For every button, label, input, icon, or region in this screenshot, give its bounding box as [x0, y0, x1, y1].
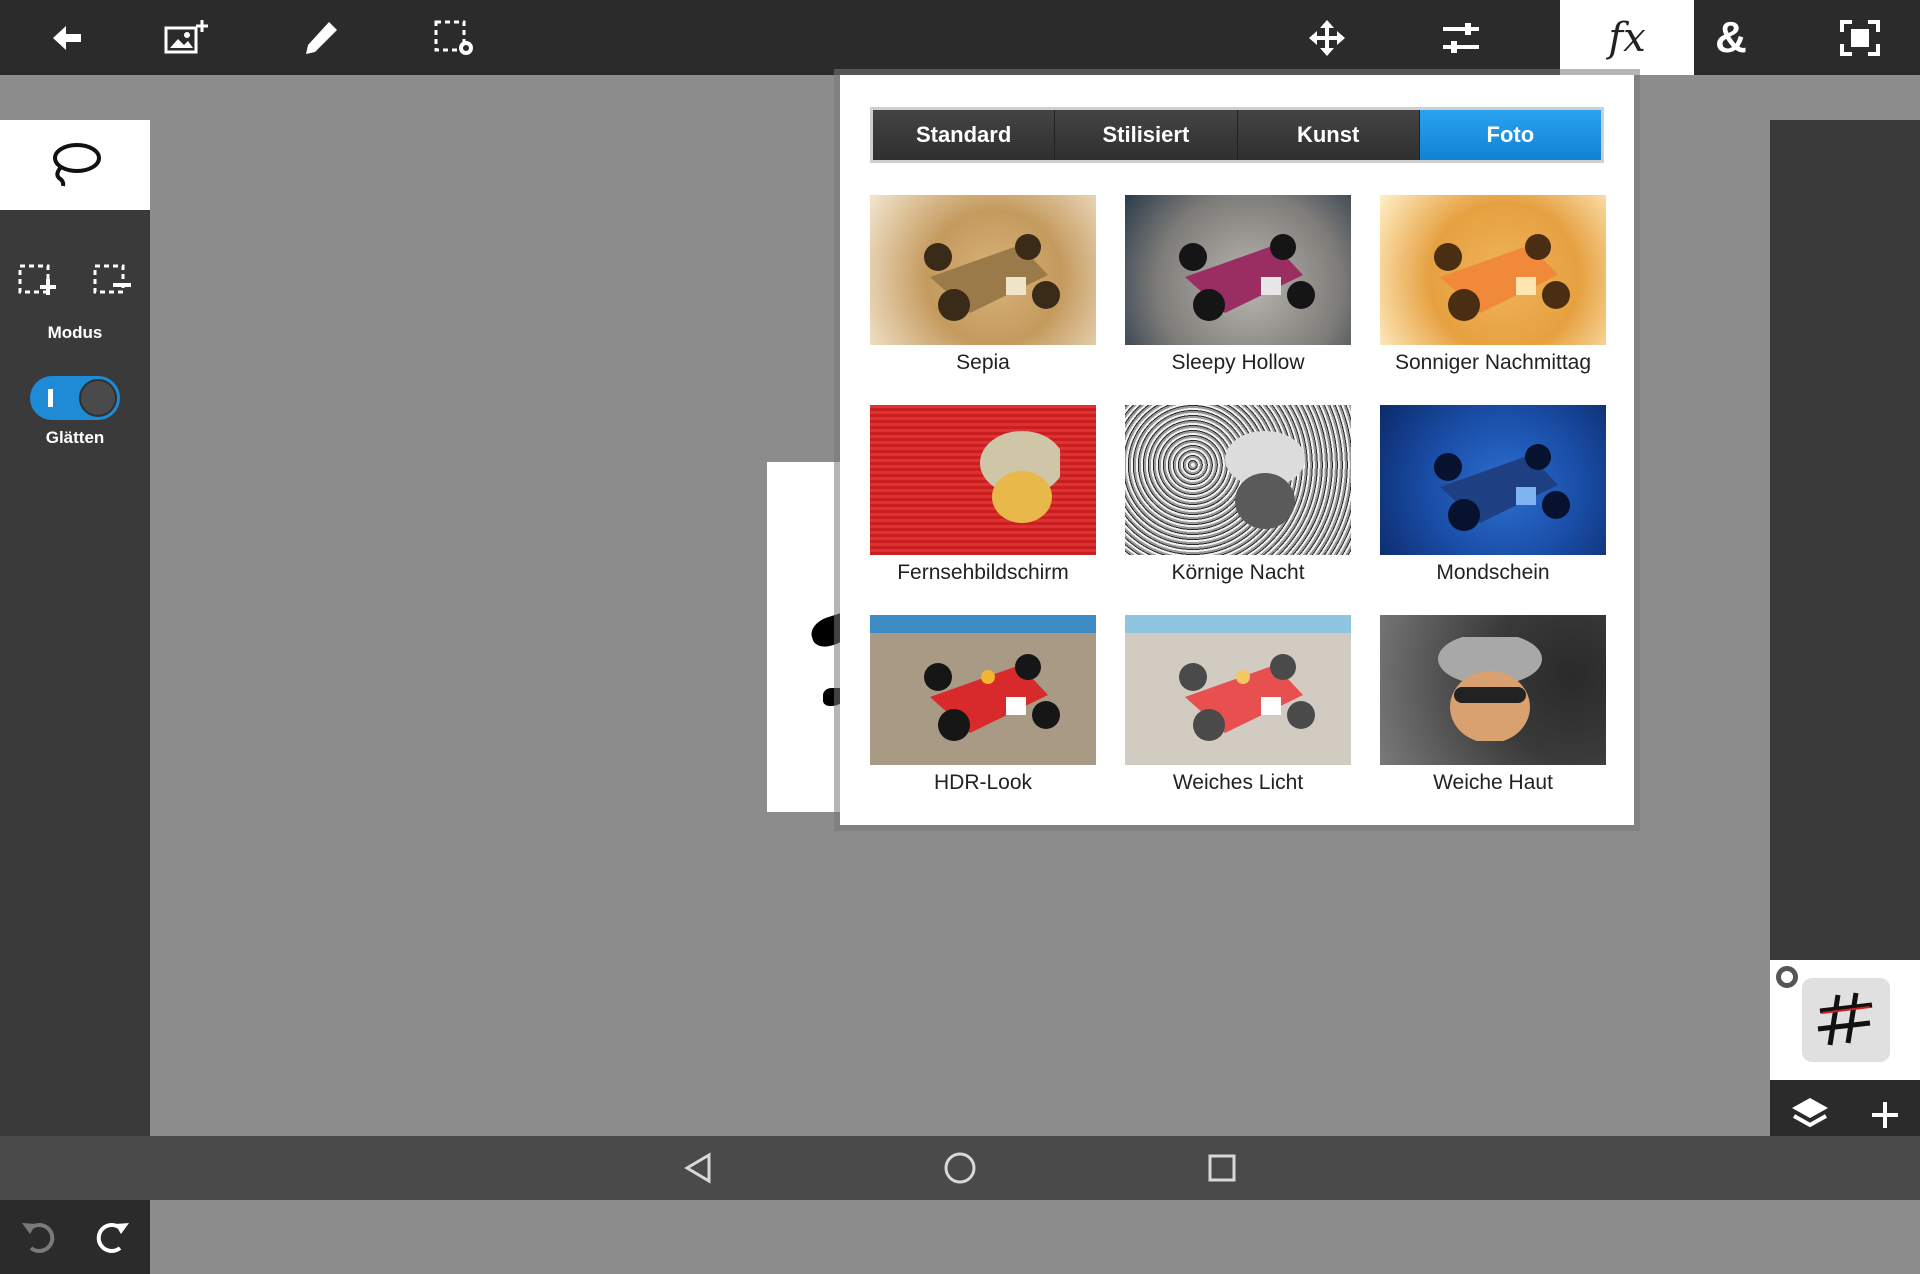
fit-screen-button[interactable]: [1800, 0, 1920, 75]
fx-item-sepia[interactable]: Sepia: [870, 195, 1096, 374]
lasso-tool-button[interactable]: [0, 120, 150, 210]
fx-thumbnail: [1125, 195, 1351, 345]
nav-back-button[interactable]: [668, 1144, 728, 1192]
fx-thumbnail: [1380, 195, 1606, 345]
fx-item-fernsehbildschirm[interactable]: Fernsehbildschirm: [870, 405, 1096, 584]
undo-icon: [21, 1222, 54, 1253]
history-bar: [0, 1200, 150, 1274]
toggle-knob: [79, 379, 117, 417]
back-button[interactable]: [0, 0, 134, 75]
nav-home-button[interactable]: [930, 1144, 990, 1192]
add-selection-icon: [18, 264, 56, 295]
driver-portrait-thumbnail-icon: [1438, 637, 1542, 741]
add-image-icon: [164, 19, 208, 53]
race-car-thumbnail-icon: [924, 654, 1060, 741]
fx-thumbnail: [870, 405, 1096, 555]
fx-item-label: Sleepy Hollow: [1171, 351, 1305, 374]
selection-mode-row: [0, 255, 150, 305]
fx-category-tabs: Standard Stilisiert Kunst Foto: [870, 107, 1604, 163]
redo-icon: [96, 1222, 129, 1253]
adjustments-icon: [1443, 22, 1479, 53]
fx-item-label: Sepia: [956, 351, 1010, 374]
smooth-label: Glätten: [45, 428, 105, 447]
tab-standard[interactable]: Standard: [873, 110, 1056, 160]
brush-icon: [306, 21, 337, 54]
subtract-selection-icon: [93, 264, 131, 294]
canvas-image[interactable]: [767, 462, 855, 812]
back-arrow-icon: [53, 25, 81, 50]
nav-recents-icon: [1208, 1154, 1236, 1182]
hashtag-sketch-icon: [1817, 992, 1873, 1046]
fx-item-label: Sonniger Nachmittag: [1394, 351, 1592, 374]
fx-item-label: HDR-Look: [933, 771, 1033, 794]
tab-kunst[interactable]: Kunst: [1237, 110, 1420, 160]
nav-back-icon: [684, 1152, 711, 1184]
top-toolbar: fx &: [0, 0, 1920, 75]
race-car-closeup-thumbnail-icon: [1225, 431, 1305, 529]
fx-thumbnail: [1125, 405, 1351, 555]
text-button[interactable]: &: [1664, 0, 1798, 75]
toggle-on-indicator: [48, 389, 53, 407]
race-car-thumbnail-icon: [1434, 234, 1570, 321]
fx-item-sonniger-nachmittag[interactable]: Sonniger Nachmittag: [1380, 195, 1606, 374]
undo-button[interactable]: [19, 1216, 57, 1259]
left-tool-panel: Modus Glätten: [0, 120, 150, 1274]
nav-home-icon: [944, 1152, 976, 1184]
mode-label: Modus: [47, 323, 103, 342]
brush-button[interactable]: [254, 0, 388, 75]
subtract-selection-button[interactable]: [88, 255, 138, 305]
fx-item-mondschein[interactable]: Mondschein: [1380, 405, 1606, 584]
selection-settings-icon: [434, 20, 473, 55]
fx-thumbnail: [870, 615, 1096, 765]
add-selection-button[interactable]: [13, 255, 63, 305]
fx-effects-popup: Standard Stilisiert Kunst Foto Sepia Sle…: [840, 75, 1634, 825]
fx-item-weiches-licht[interactable]: Weiches Licht: [1125, 615, 1351, 794]
fx-item-sleepy-hollow[interactable]: Sleepy Hollow: [1125, 195, 1351, 374]
layers-icon: [1791, 1097, 1828, 1127]
right-layers-panel: [1770, 120, 1920, 1154]
ampersand-icon: &: [1715, 12, 1747, 62]
add-image-button[interactable]: [120, 0, 254, 75]
fx-icon: fx: [1608, 14, 1646, 61]
fx-item-koernige-nacht[interactable]: Körnige Nacht: [1125, 405, 1351, 584]
fx-thumbnail: [870, 195, 1096, 345]
fx-thumbnail: [1380, 615, 1606, 765]
fit-screen-icon: [1840, 19, 1880, 56]
tab-stilisiert[interactable]: Stilisiert: [1055, 110, 1238, 160]
fx-item-weiche-haut[interactable]: Weiche Haut: [1380, 615, 1606, 794]
add-layer-icon: [1871, 1101, 1898, 1128]
fx-item-label: Mondschein: [1436, 561, 1550, 584]
move-icon: [1309, 19, 1345, 56]
fx-thumbnail: [1380, 405, 1606, 555]
fx-thumbnail: [1125, 615, 1351, 765]
race-car-thumbnail-icon: [1434, 444, 1570, 531]
layer-thumbnail: [1802, 978, 1890, 1062]
tab-foto[interactable]: Foto: [1419, 110, 1601, 160]
fx-item-hdr-look[interactable]: HDR-Look: [870, 615, 1096, 794]
layer-visibility-icon[interactable]: [1776, 966, 1798, 988]
fx-item-label: Weiche Haut: [1433, 771, 1553, 794]
system-navigation-bar: [0, 1136, 1920, 1200]
smooth-toggle[interactable]: [30, 376, 120, 420]
race-car-thumbnail-icon: [924, 234, 1060, 321]
layers-button[interactable]: [1790, 1096, 1830, 1139]
layer-item[interactable]: [1770, 960, 1920, 1080]
race-car-thumbnail-icon: [1179, 234, 1315, 321]
redo-button[interactable]: [94, 1216, 132, 1259]
race-car-closeup-thumbnail-icon: [980, 431, 1060, 523]
selection-settings-button[interactable]: [388, 0, 522, 75]
fx-item-label: Körnige Nacht: [1171, 561, 1305, 584]
add-layer-button[interactable]: [1869, 1099, 1901, 1136]
fx-item-label: Weiches Licht: [1172, 771, 1304, 794]
adjustments-button[interactable]: [1394, 0, 1528, 75]
race-car-thumbnail-icon: [1179, 654, 1315, 741]
fx-item-label: Fernsehbildschirm: [897, 561, 1069, 584]
lasso-icon: [53, 143, 101, 187]
move-button[interactable]: [1260, 0, 1394, 75]
nav-recents-button[interactable]: [1192, 1144, 1252, 1192]
